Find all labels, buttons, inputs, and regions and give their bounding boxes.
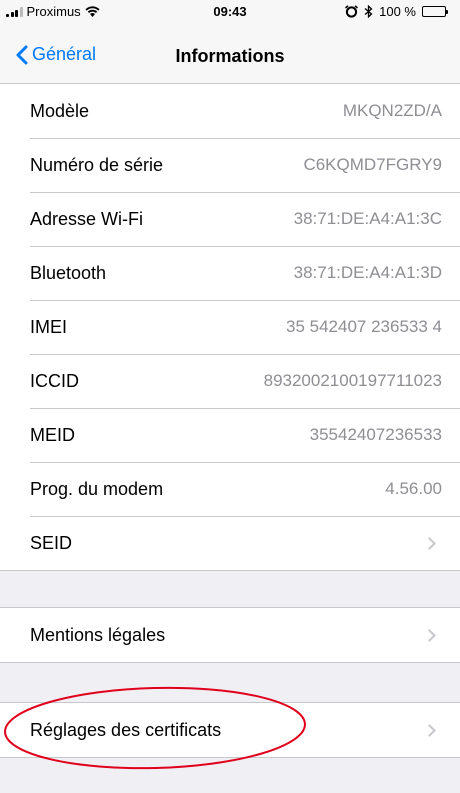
chevron-right-icon — [423, 628, 436, 642]
row-imei: IMEI 35 542407 236533 4 — [0, 300, 460, 354]
row-label: SEID — [30, 532, 73, 553]
row-wifi-address: Adresse Wi-Fi 38:71:DE:A4:A1:3C — [0, 192, 460, 246]
row-certificate-settings[interactable]: Réglages des certificats — [0, 703, 460, 757]
battery-percent: 100 % — [379, 4, 416, 19]
row-value: 38:71:DE:A4:A1:3D — [293, 263, 442, 282]
row-label: Numéro de série — [30, 154, 164, 175]
page-title: Informations — [175, 46, 285, 66]
row-value: C6KQMD7FGRY9 — [303, 155, 442, 174]
chevron-right-icon — [423, 536, 436, 550]
bluetooth-icon — [364, 5, 373, 18]
row-label: ICCID — [30, 370, 79, 391]
alarm-icon — [345, 5, 359, 18]
row-value: MKQN2ZD/A — [342, 101, 442, 120]
row-label: Adresse Wi-Fi — [30, 208, 144, 229]
row-label: Réglages des certificats — [30, 719, 222, 740]
row-bluetooth: Bluetooth 38:71:DE:A4:A1:3D — [0, 246, 460, 300]
row-value: 35 542407 236533 4 — [286, 317, 442, 336]
status-bar: Proximus 09:43 100 % — [0, 0, 460, 22]
row-value: 8932002100197711023 — [263, 371, 442, 390]
row-label: Mentions légales — [30, 624, 166, 645]
battery-icon — [422, 6, 448, 17]
row-model: Modèle MKQN2ZD/A — [0, 84, 460, 138]
status-bar-right: 100 % — [345, 4, 448, 19]
row-meid: MEID 35542407236533 — [0, 408, 460, 462]
row-legal-notices[interactable]: Mentions légales — [0, 608, 460, 662]
row-value: 35542407236533 — [309, 425, 442, 444]
certificates-group: Réglages des certificats — [0, 702, 460, 758]
row-value: 4.56.00 — [385, 479, 442, 498]
row-serial-number: Numéro de série C6KQMD7FGRY9 — [0, 138, 460, 192]
row-label: MEID — [30, 424, 75, 445]
chevron-right-icon — [423, 723, 436, 737]
row-seid[interactable]: SEID — [0, 516, 460, 570]
legal-group: Mentions légales — [0, 607, 460, 663]
row-label: Modèle — [30, 100, 90, 121]
row-label: Bluetooth — [30, 262, 107, 283]
row-iccid: ICCID 8932002100197711023 — [0, 354, 460, 408]
row-label: IMEI — [30, 316, 68, 337]
row-value: 38:71:DE:A4:A1:3C — [293, 209, 442, 228]
row-modem-firmware: Prog. du modem 4.56.00 — [0, 462, 460, 516]
row-label: Prog. du modem — [30, 478, 164, 499]
info-group: Modèle MKQN2ZD/A Numéro de série C6KQMD7… — [0, 83, 460, 571]
